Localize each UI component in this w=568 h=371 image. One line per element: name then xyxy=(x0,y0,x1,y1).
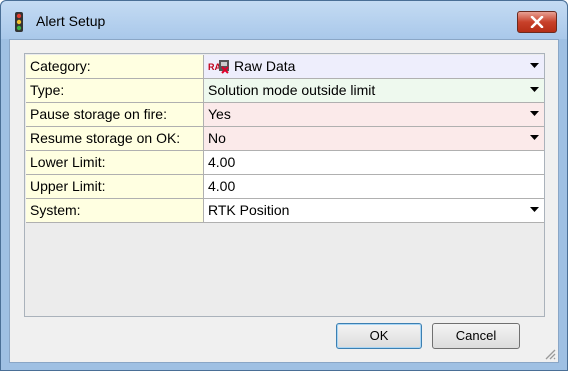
cancel-button[interactable]: Cancel xyxy=(432,323,520,349)
upper-limit-value: 4.00 xyxy=(208,178,236,194)
chevron-down-icon xyxy=(529,135,539,140)
ok-button[interactable]: OK xyxy=(336,323,422,349)
property-label: System: xyxy=(26,199,204,222)
system-dropdown-arrow[interactable] xyxy=(526,201,542,219)
close-button[interactable] xyxy=(517,11,557,33)
pause-storage-dropdown[interactable]: Yes xyxy=(204,103,544,126)
window-title: Alert Setup xyxy=(36,13,106,29)
resume-storage-dropdown-arrow[interactable] xyxy=(526,129,542,147)
property-row-resume-storage: Resume storage on OK: No xyxy=(26,127,544,151)
category-dropdown-arrow[interactable] xyxy=(526,57,542,75)
resume-storage-dropdown[interactable]: No xyxy=(204,127,544,150)
pause-storage-dropdown-arrow[interactable] xyxy=(526,105,542,123)
property-label: Type: xyxy=(26,79,204,102)
property-label: Lower Limit: xyxy=(26,151,204,174)
upper-limit-field[interactable]: 4.00 xyxy=(204,175,544,198)
category-value: Raw Data xyxy=(234,58,296,74)
resize-grip-icon[interactable] xyxy=(544,348,556,360)
property-row-system: System: RTK Position xyxy=(26,199,544,223)
system-value: RTK Position xyxy=(208,202,290,218)
chevron-down-icon xyxy=(529,87,539,92)
type-dropdown[interactable]: Solution mode outside limit xyxy=(204,79,544,102)
traffic-light-icon xyxy=(15,12,23,32)
chevron-down-icon xyxy=(529,207,539,212)
property-label: Category: xyxy=(26,55,204,78)
property-label: Pause storage on fire: xyxy=(26,103,204,126)
property-row-lower-limit: Lower Limit: 4.00 xyxy=(26,151,544,175)
pause-storage-value: Yes xyxy=(208,106,231,122)
property-row-category: Category: RA Raw Data xyxy=(26,55,544,79)
category-dropdown[interactable]: RA Raw Data xyxy=(204,55,544,78)
dialog-client-area: Category: RA Raw Data Type: Solution mod… xyxy=(9,39,559,363)
property-label: Resume storage on OK: xyxy=(26,127,204,150)
chevron-down-icon xyxy=(529,111,539,116)
type-dropdown-arrow[interactable] xyxy=(526,81,542,99)
title-bar[interactable]: Alert Setup xyxy=(1,1,567,39)
resume-storage-value: No xyxy=(208,130,226,146)
property-row-upper-limit: Upper Limit: 4.00 xyxy=(26,175,544,199)
raw-data-icon: RA xyxy=(208,60,229,74)
close-icon xyxy=(530,16,544,28)
system-dropdown[interactable]: RTK Position xyxy=(204,199,544,222)
lower-limit-value: 4.00 xyxy=(208,154,236,170)
property-label: Upper Limit: xyxy=(26,175,204,198)
property-row-type: Type: Solution mode outside limit xyxy=(26,79,544,103)
chevron-down-icon xyxy=(529,63,539,68)
type-value: Solution mode outside limit xyxy=(208,82,376,98)
alert-setup-window: Alert Setup Category: RA Raw Data Type: … xyxy=(0,0,568,371)
lower-limit-field[interactable]: 4.00 xyxy=(204,151,544,174)
property-grid: Category: RA Raw Data Type: Solution mod… xyxy=(24,53,545,317)
property-row-pause-storage: Pause storage on fire: Yes xyxy=(26,103,544,127)
